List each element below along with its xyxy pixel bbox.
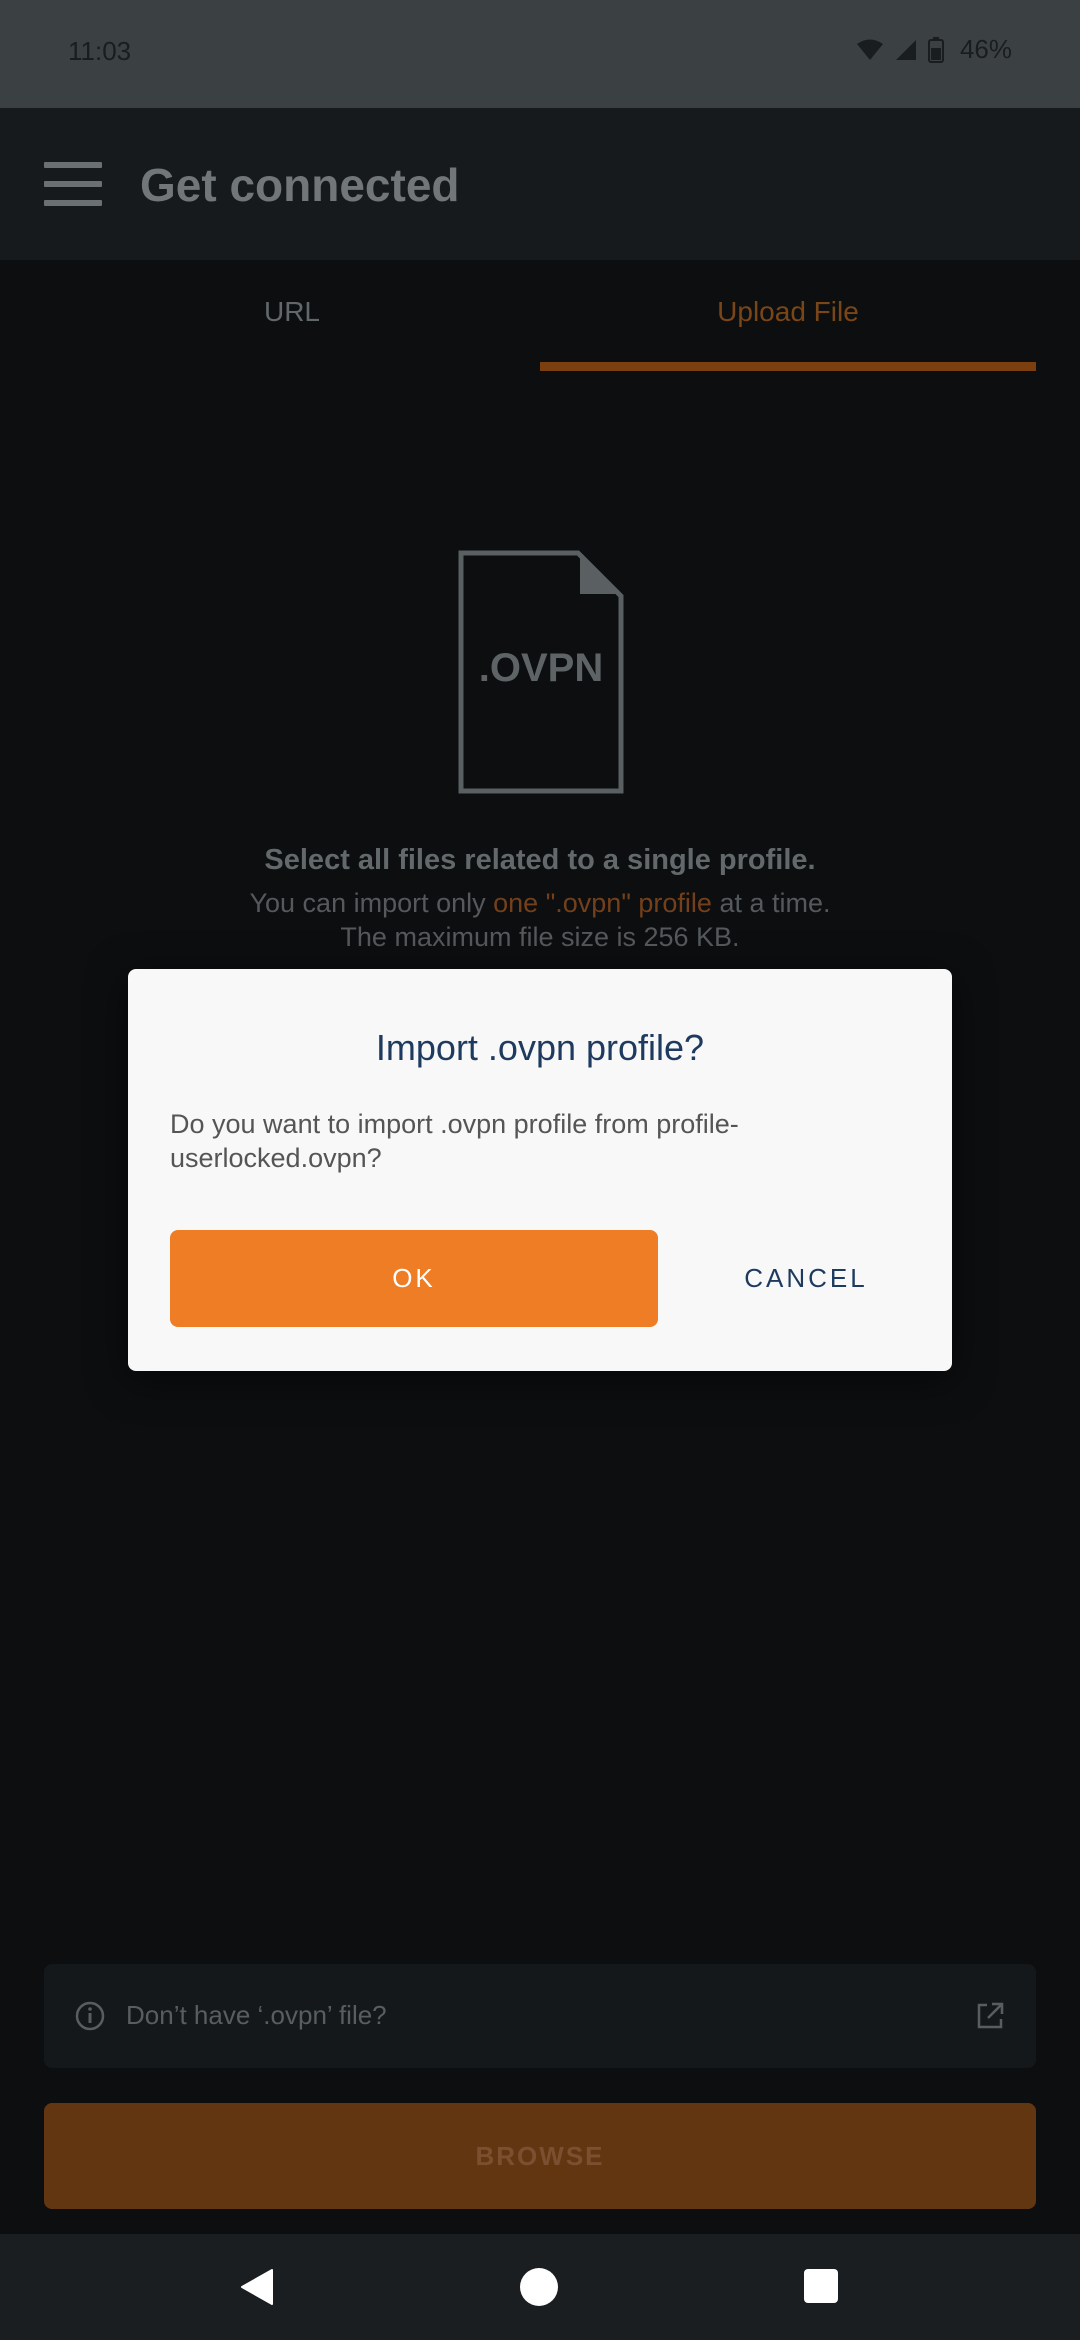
dialog-message: Do you want to import .ovpn profile from… <box>170 1109 739 1173</box>
cancel-button[interactable]: CANCEL <box>686 1230 926 1327</box>
ok-button[interactable]: OK <box>170 1230 658 1327</box>
import-profile-dialog: Import .ovpn profile? Do you want to imp… <box>128 969 952 1371</box>
dialog-title: Import .ovpn profile? <box>375 1027 705 1068</box>
